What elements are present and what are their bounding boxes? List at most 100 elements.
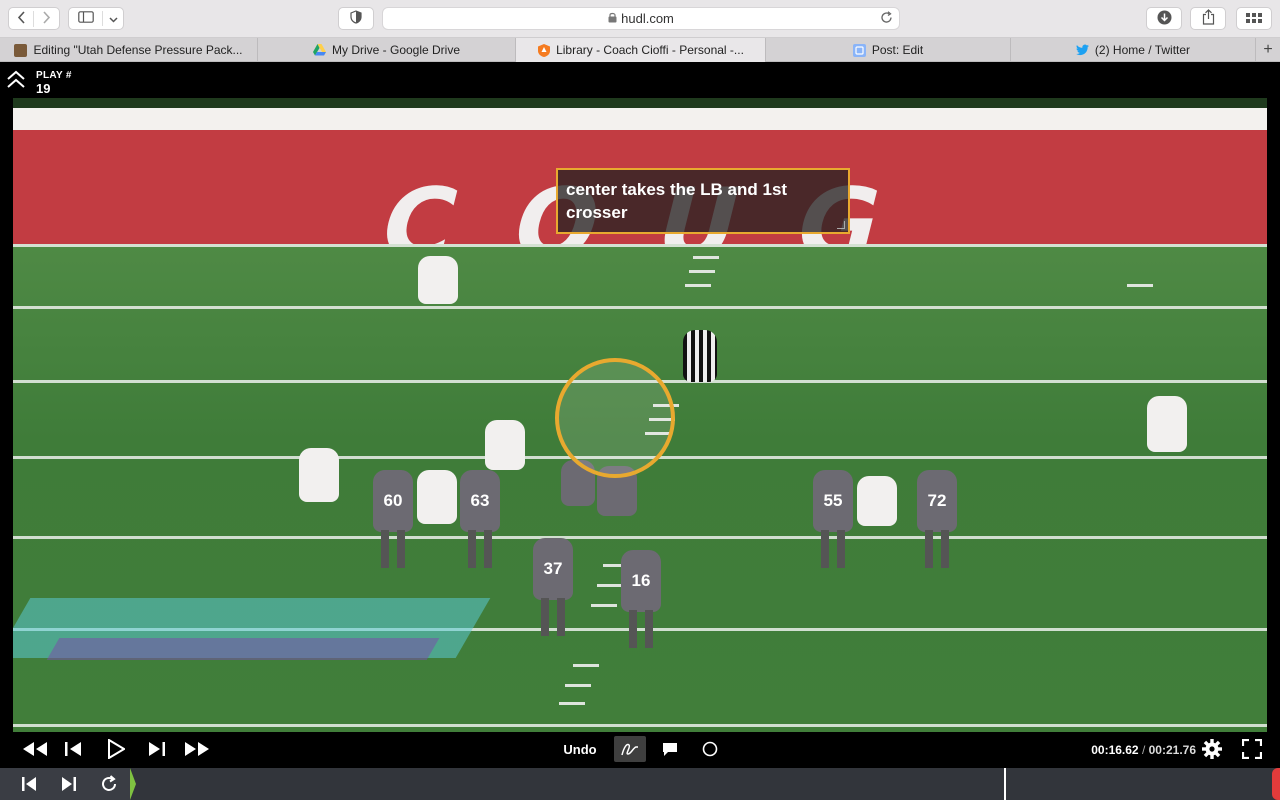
- timeline-track[interactable]: [130, 768, 1280, 800]
- tab-label: (2) Home / Twitter: [1094, 43, 1191, 57]
- grid-icon: [1246, 11, 1262, 26]
- share-button[interactable]: [1190, 7, 1226, 30]
- resize-handle-icon[interactable]: [837, 221, 845, 229]
- jersey-number: 55: [813, 470, 853, 532]
- download-icon: [1157, 10, 1172, 28]
- shield-icon: [350, 10, 362, 27]
- jersey-number: 72: [917, 470, 957, 532]
- defender-figure: [485, 420, 525, 470]
- google-drive-icon: [312, 44, 326, 57]
- lineman-figure: 63: [460, 470, 500, 568]
- back-icon[interactable]: [9, 10, 35, 27]
- defender-figure: [417, 470, 457, 524]
- step-forward-icon[interactable]: [144, 736, 168, 762]
- yard-line: [13, 724, 1267, 727]
- new-tab-button[interactable]: +: [1256, 38, 1280, 61]
- tab-strip: Editing "Utah Defense Pressure Pack... M…: [0, 38, 1280, 62]
- yard-line: [13, 536, 1267, 539]
- url-text: hudl.com: [621, 11, 674, 26]
- hash-mark: [597, 584, 623, 587]
- field-logo-accent: [46, 638, 440, 660]
- timeline-bar: [0, 768, 1280, 800]
- tab-twitter-home[interactable]: (2) Home / Twitter: [1011, 38, 1256, 62]
- forward-icon[interactable]: [34, 10, 59, 27]
- sidebar-toggle[interactable]: [68, 7, 124, 30]
- privacy-shield-button[interactable]: [338, 7, 374, 30]
- lineman-figure: 55: [813, 470, 853, 568]
- skip-to-end-icon[interactable]: [58, 774, 80, 794]
- referee-figure: [683, 330, 717, 382]
- jersey-number: 63: [460, 470, 500, 532]
- chevron-down-icon[interactable]: [103, 11, 123, 26]
- hash-mark: [559, 702, 585, 705]
- tab-hudl-library[interactable]: Library - Coach Cioffi - Personal -...: [516, 38, 766, 62]
- twitter-icon: [1075, 44, 1089, 57]
- step-back-icon[interactable]: [62, 736, 86, 762]
- clip-start-marker[interactable]: [130, 768, 136, 800]
- back-figure: 37: [533, 538, 573, 636]
- play-info: PLAY # 19: [6, 70, 72, 96]
- blogger-post-icon: [852, 43, 866, 57]
- circle-tool-icon[interactable]: [696, 736, 724, 762]
- freehand-draw-icon[interactable]: [614, 736, 646, 762]
- lineman-figure: 60: [373, 470, 413, 568]
- time-display: 00:16.62 / 00:21.76: [1091, 743, 1196, 757]
- fullscreen-icon[interactable]: [1240, 736, 1264, 762]
- play-label: PLAY #: [36, 70, 72, 81]
- time-separator: /: [1141, 743, 1146, 757]
- undo-button[interactable]: Undo: [560, 736, 600, 762]
- nav-buttons: [8, 7, 60, 30]
- yard-line: [13, 306, 1267, 309]
- text-annotation[interactable]: center takes the LB and 1st crosser: [556, 168, 850, 234]
- plus-icon: +: [1263, 40, 1273, 58]
- lock-icon: [608, 12, 617, 26]
- hash-mark: [591, 604, 617, 607]
- reload-icon[interactable]: [880, 11, 893, 27]
- duration: 00:21.76: [1148, 743, 1196, 757]
- sidebar-icon: [69, 11, 103, 26]
- video-player: PLAY # 19 COUG: [0, 62, 1280, 800]
- skip-to-start-icon[interactable]: [18, 774, 40, 794]
- blogger-icon: [14, 43, 28, 57]
- fast-forward-icon[interactable]: [182, 736, 212, 762]
- address-bar[interactable]: hudl.com: [382, 7, 900, 30]
- current-time: 00:16.62: [1091, 743, 1139, 757]
- hash-mark: [689, 270, 715, 273]
- circle-annotation[interactable]: [555, 358, 675, 478]
- defender-figure: [1147, 396, 1187, 452]
- comment-icon[interactable]: [656, 736, 684, 762]
- timeline-playhead[interactable]: [1004, 768, 1006, 800]
- clip-end-marker[interactable]: [1272, 768, 1280, 800]
- tab-overview-button[interactable]: [1236, 7, 1272, 30]
- hash-mark: [685, 284, 711, 287]
- hash-mark: [565, 684, 591, 687]
- downloads-button[interactable]: [1146, 7, 1182, 30]
- loop-icon[interactable]: [98, 774, 120, 794]
- settings-gear-icon[interactable]: [1198, 736, 1226, 762]
- jersey-number: 60: [373, 470, 413, 532]
- tab-google-drive[interactable]: My Drive - Google Drive: [258, 38, 516, 62]
- tab-label: Editing "Utah Defense Pressure Pack...: [33, 43, 243, 57]
- playback-controls: Undo 00:16.62 / 00:21.76: [0, 732, 1280, 768]
- jersey-number: 16: [621, 550, 661, 612]
- collapse-chevron-icon[interactable]: [6, 70, 26, 90]
- annotation-text: center takes the LB and 1st crosser: [566, 180, 788, 222]
- rewind-icon[interactable]: [20, 736, 50, 762]
- tab-label: Post: Edit: [871, 43, 924, 57]
- tab-label: My Drive - Google Drive: [331, 43, 461, 57]
- share-icon: [1202, 9, 1215, 28]
- defender-figure: [418, 256, 458, 304]
- hash-mark: [573, 664, 599, 667]
- video-frame[interactable]: COUG: [13, 98, 1267, 732]
- tab-post-edit[interactable]: Post: Edit: [766, 38, 1011, 62]
- hash-mark: [1127, 284, 1153, 287]
- hudl-icon: [537, 43, 550, 57]
- defender-figure: [857, 476, 897, 526]
- hash-mark: [693, 256, 719, 259]
- play-icon[interactable]: [104, 736, 128, 762]
- play-number: 19: [36, 81, 51, 96]
- defender-figure: [299, 448, 339, 502]
- quarterback-figure: 16: [621, 550, 661, 648]
- browser-toolbar: hudl.com: [0, 0, 1280, 38]
- tab-blogger-editing[interactable]: Editing "Utah Defense Pressure Pack...: [0, 38, 258, 62]
